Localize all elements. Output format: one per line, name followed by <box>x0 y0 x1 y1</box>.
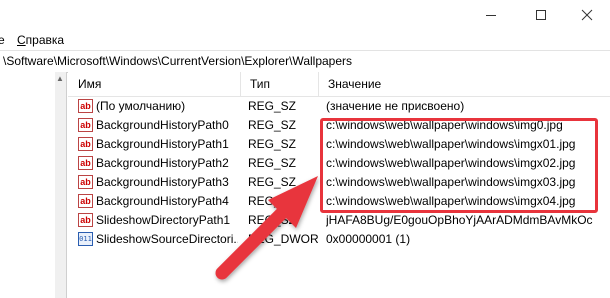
annotation-arrow <box>215 176 318 280</box>
arrow-icon <box>215 176 318 280</box>
